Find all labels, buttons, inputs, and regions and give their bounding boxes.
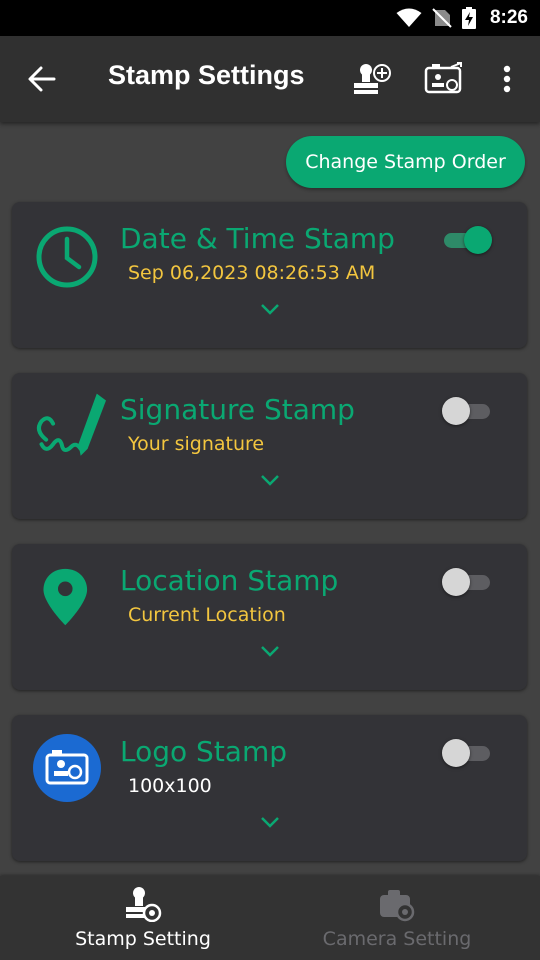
stamp-card-date-time[interactable]: Date & Time Stamp Sep 06,2023 08:26:53 A… — [12, 202, 527, 348]
stamp-subtitle: Sep 06,2023 08:26:53 AM — [128, 262, 376, 284]
logo-toggle[interactable] — [442, 737, 492, 769]
nav-label: Stamp Setting — [75, 928, 211, 950]
more-vert-icon[interactable] — [496, 61, 518, 97]
stamp-subtitle: 100x100 — [128, 775, 212, 797]
stamp-preview-icon[interactable] — [424, 61, 464, 97]
status-time: 8:26 — [489, 7, 528, 28]
stamp-name: Date & Time Stamp — [120, 222, 395, 255]
stamp-name: Location Stamp — [120, 564, 339, 597]
status-bar: 8:26 — [0, 0, 540, 36]
stamp-gear-icon — [126, 887, 162, 922]
battery-charging-icon — [461, 7, 476, 29]
stamp-subtitle: Current Location — [128, 604, 286, 626]
stamp-card-location[interactable]: Location Stamp Current Location — [12, 544, 527, 690]
page-title: Stamp Settings — [108, 60, 305, 90]
change-stamp-order-button[interactable]: Change Stamp Order — [286, 136, 525, 188]
stamp-card-logo[interactable]: Logo Stamp 100x100 — [12, 715, 527, 861]
stamp-card-signature[interactable]: Signature Stamp Your signature — [12, 373, 527, 519]
location-toggle[interactable] — [442, 566, 492, 598]
chevron-down-icon[interactable] — [259, 473, 281, 487]
clock-icon — [36, 226, 98, 288]
chevron-down-icon[interactable] — [259, 302, 281, 316]
location-pin-icon — [43, 568, 88, 626]
logo-stamp-icon — [33, 734, 101, 802]
camera-gear-icon — [380, 890, 415, 922]
nav-label: Camera Setting — [322, 928, 472, 950]
nav-stamp-setting[interactable]: Stamp Setting — [8, 876, 278, 960]
nav-camera-setting[interactable]: Camera Setting — [262, 876, 532, 960]
stamp-subtitle: Your signature — [128, 433, 265, 455]
wifi-icon — [396, 8, 422, 27]
chevron-down-icon[interactable] — [259, 644, 281, 658]
chevron-down-icon[interactable] — [259, 815, 281, 829]
arrow-left-icon[interactable] — [24, 61, 60, 97]
stamp-name: Logo Stamp — [120, 735, 288, 768]
no-sim-icon — [432, 8, 452, 28]
bottom-navigation: Stamp Setting Camera Setting — [0, 876, 540, 960]
stamp-name: Signature Stamp — [120, 393, 355, 426]
add-stamp-icon[interactable] — [350, 61, 392, 97]
signature-pen-icon — [36, 393, 106, 456]
signature-toggle[interactable] — [442, 395, 492, 427]
date-time-toggle[interactable] — [442, 224, 492, 256]
app-bar: Stamp Settings — [0, 36, 540, 122]
